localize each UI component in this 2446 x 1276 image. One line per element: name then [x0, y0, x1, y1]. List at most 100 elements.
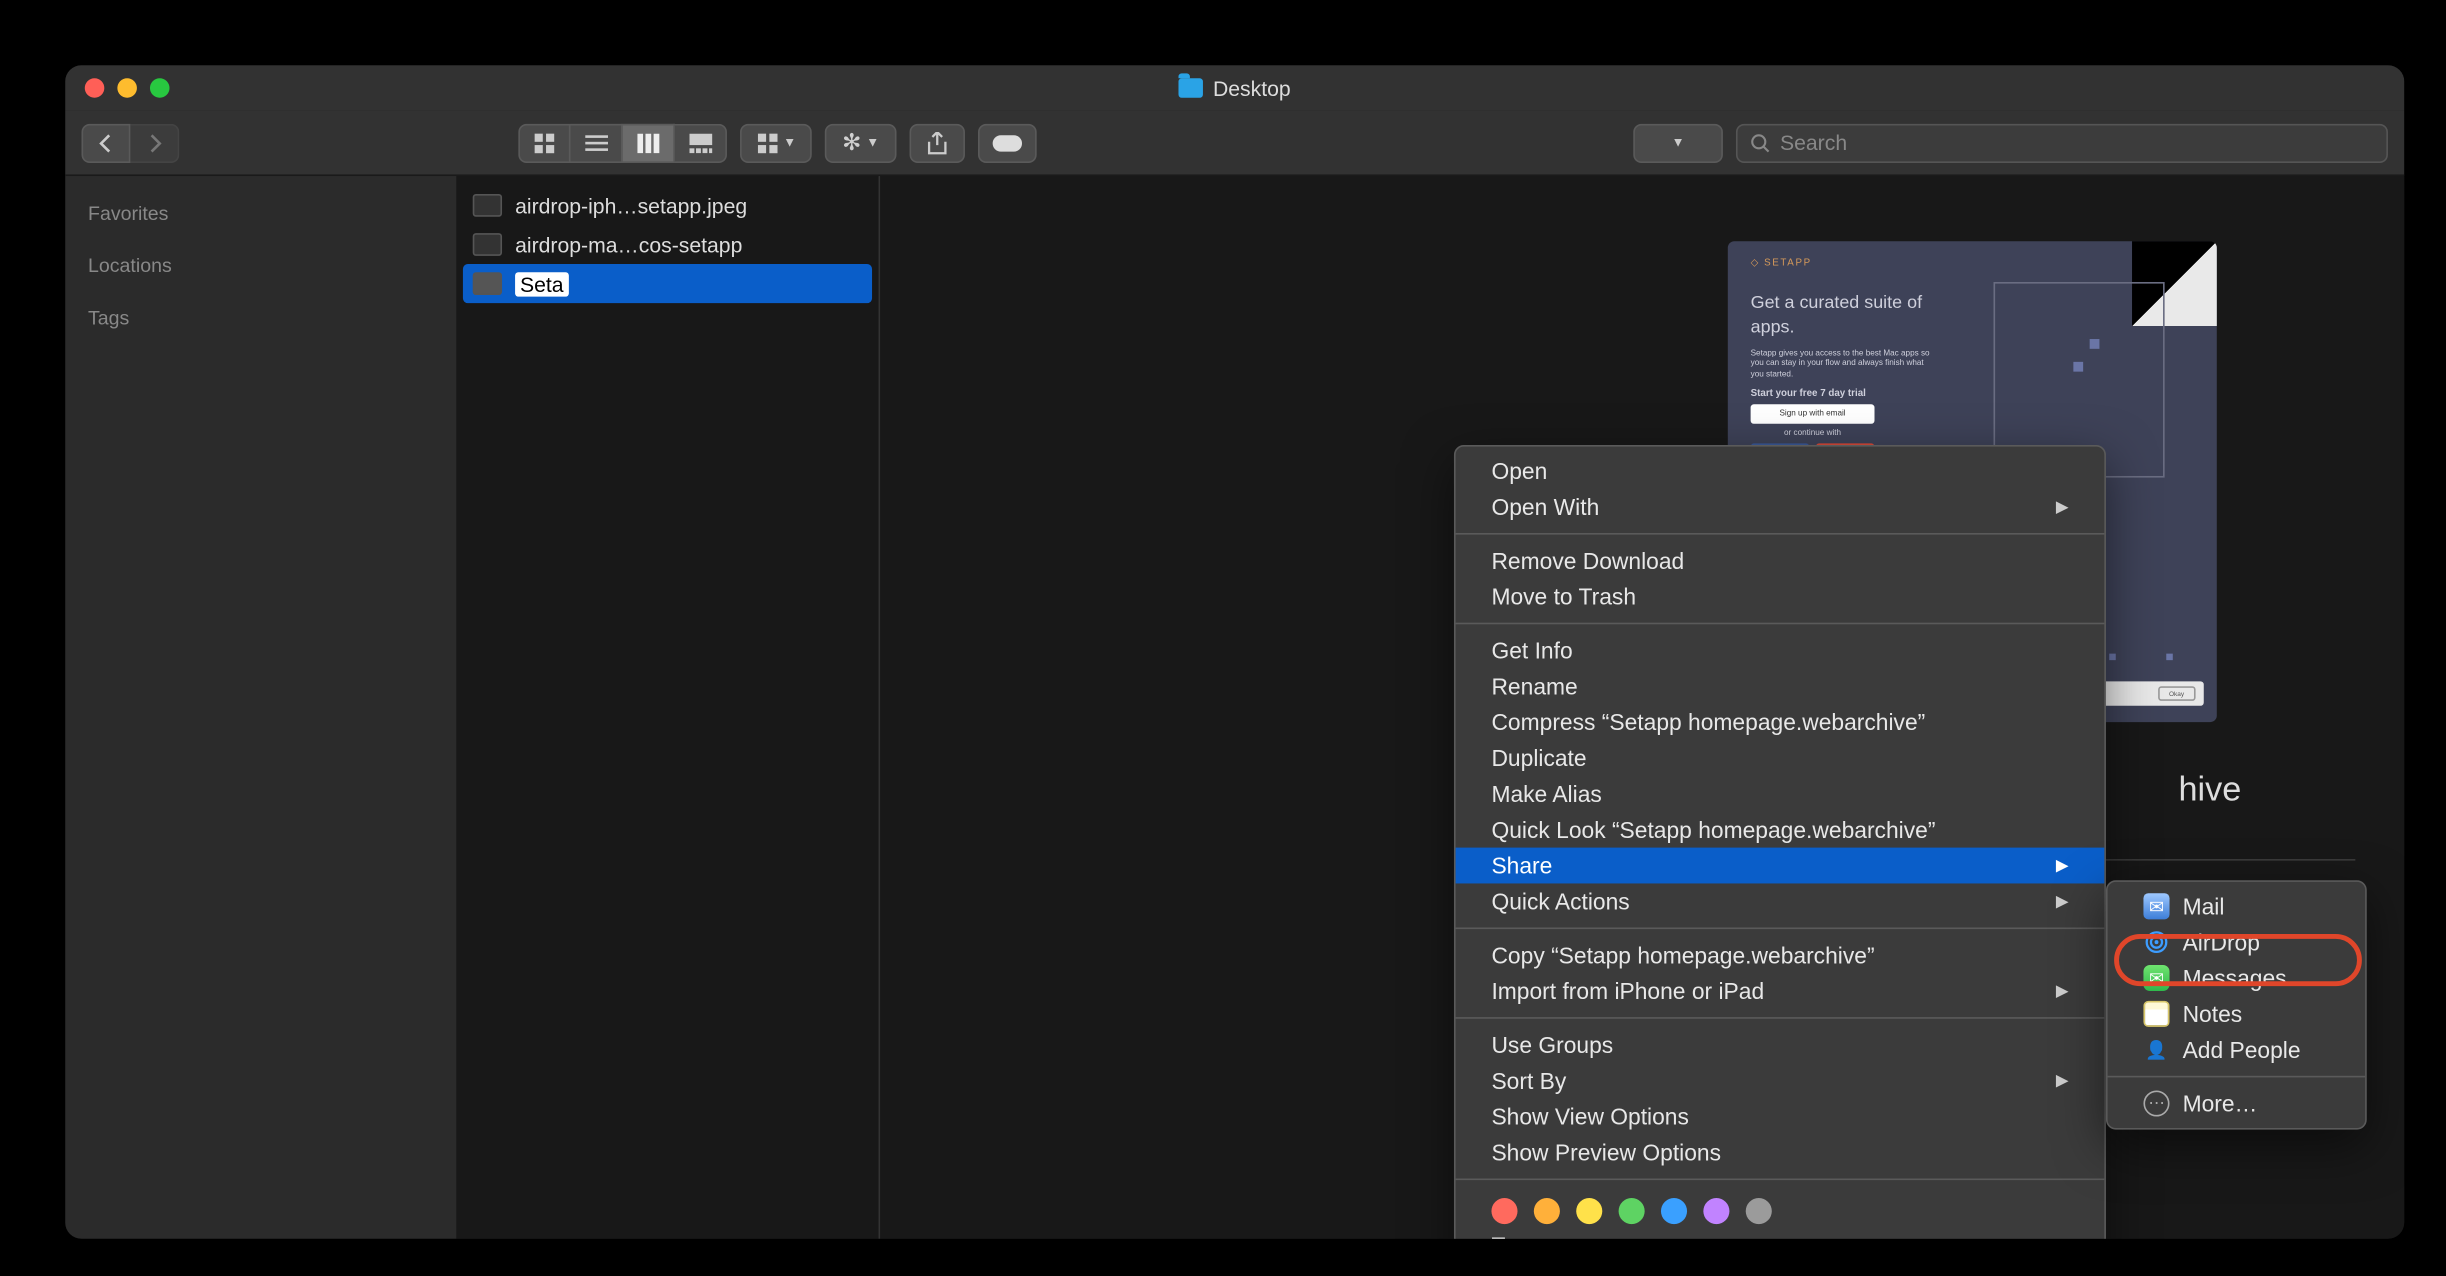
search-icon: [1751, 133, 1771, 153]
menu-open-with[interactable]: Open With▶: [1456, 489, 2105, 525]
file-name-editing[interactable]: Seta: [515, 271, 568, 295]
menu-sort-by[interactable]: Sort By▶: [1456, 1063, 2105, 1099]
file-column: airdrop-iph…setapp.jpeg airdrop-ma…cos-s…: [456, 176, 880, 1239]
airdrop-icon: [2143, 929, 2169, 955]
notes-icon: [2143, 1001, 2169, 1027]
window-body: Favorites Locations Tags airdrop-iph…set…: [65, 176, 2404, 1239]
folder-icon: [1179, 78, 1203, 98]
menu-rename[interactable]: Rename: [1456, 668, 2105, 704]
window-controls: [85, 78, 170, 98]
file-name: airdrop-iph…setapp.jpeg: [515, 193, 747, 217]
toolbar: ▼ ✻▼ ▼ Search: [65, 111, 2404, 176]
thumb-or: or continue with: [1751, 429, 1875, 439]
sidebar-section-favorites[interactable]: Favorites: [88, 202, 434, 225]
search-input[interactable]: Search: [1736, 123, 2388, 162]
back-button[interactable]: [82, 123, 131, 162]
mail-icon: ✉: [2143, 893, 2169, 919]
menu-separator: [1456, 623, 2105, 625]
view-mode-group: [518, 123, 727, 162]
sidebar-section-tags[interactable]: Tags: [88, 306, 434, 329]
menu-separator: [1456, 1017, 2105, 1019]
column-view-button[interactable]: [623, 123, 675, 162]
sidebar-section-locations[interactable]: Locations: [88, 254, 434, 277]
menu-quick-actions[interactable]: Quick Actions▶: [1456, 883, 2105, 919]
menu-share[interactable]: Share▶: [1456, 848, 2105, 884]
menu-separator: [1456, 927, 2105, 929]
menu-separator: [2108, 1076, 2366, 1078]
titlebar: Desktop: [65, 65, 2404, 111]
menu-show-view-options[interactable]: Show View Options: [1456, 1099, 2105, 1135]
tag-color-blue[interactable]: [1661, 1198, 1687, 1224]
thumb-sub: Setapp gives you access to the best Mac …: [1751, 348, 1930, 380]
search-placeholder: Search: [1780, 130, 1847, 154]
menu-tag-colors[interactable]: [1456, 1188, 2105, 1227]
menu-compress[interactable]: Compress “Setapp homepage.webarchive”: [1456, 704, 2105, 740]
menu-quick-look[interactable]: Quick Look “Setapp homepage.webarchive”: [1456, 812, 2105, 848]
menu-open[interactable]: Open: [1456, 453, 2105, 489]
nav-back-forward: [82, 123, 180, 162]
file-row[interactable]: airdrop-iph…setapp.jpeg: [456, 186, 878, 225]
add-people-icon: 👤: [2143, 1037, 2169, 1063]
chevron-right-icon: ▶: [2056, 498, 2069, 516]
chevron-right-icon: ▶: [2056, 982, 2069, 1000]
tag-pill-icon: [993, 134, 1022, 150]
minimize-window-button[interactable]: [117, 78, 137, 98]
share-icon: [927, 131, 947, 154]
menu-tags[interactable]: Tags…: [1456, 1227, 2105, 1238]
share-button[interactable]: [910, 123, 965, 162]
menu-remove-download[interactable]: Remove Download: [1456, 543, 2105, 579]
menu-import-from-device[interactable]: Import from iPhone or iPad▶: [1456, 973, 2105, 1009]
close-window-button[interactable]: [85, 78, 105, 98]
main-area: ◇ SETAPP Get a curated suite of apps. Se…: [880, 176, 2404, 1239]
forward-button[interactable]: [130, 123, 179, 162]
file-row[interactable]: airdrop-ma…cos-setapp: [456, 225, 878, 264]
arrange-button[interactable]: ▼: [740, 123, 812, 162]
file-thumb-icon: [473, 233, 502, 256]
tag-color-yellow[interactable]: [1576, 1198, 1602, 1224]
more-icon: ⋯: [2143, 1090, 2169, 1116]
share-messages[interactable]: ✉Messages: [2108, 960, 2366, 996]
file-thumb-icon: [473, 272, 502, 295]
thumb-logo: ◇ SETAPP: [1751, 258, 2194, 269]
tag-color-orange[interactable]: [1534, 1198, 1560, 1224]
finder-window: Desktop ▼ ✻▼ ▼ Search Favorites Location…: [65, 65, 2404, 1239]
file-name: airdrop-ma…cos-setapp: [515, 232, 742, 256]
tag-color-red[interactable]: [1491, 1198, 1517, 1224]
file-row-selected[interactable]: Seta: [463, 264, 872, 303]
icon-view-button[interactable]: [518, 123, 570, 162]
share-notes[interactable]: Notes: [2108, 996, 2366, 1032]
tags-button[interactable]: [978, 123, 1037, 162]
menu-duplicate[interactable]: Duplicate: [1456, 740, 2105, 776]
tag-color-green[interactable]: [1619, 1198, 1645, 1224]
menu-move-to-trash[interactable]: Move to Trash: [1456, 579, 2105, 615]
share-submenu: ✉Mail AirDrop ✉Messages Notes 👤Add Peopl…: [2106, 880, 2367, 1129]
thumb-headline: Get a curated suite of apps.: [1751, 292, 1947, 342]
messages-icon: ✉: [2143, 965, 2169, 991]
chevron-right-icon: ▶: [2056, 857, 2069, 875]
share-airdrop[interactable]: AirDrop: [2108, 924, 2366, 960]
tag-color-purple[interactable]: [1703, 1198, 1729, 1224]
sidebar: Favorites Locations Tags: [65, 176, 456, 1239]
menu-make-alias[interactable]: Make Alias: [1456, 776, 2105, 812]
action-button[interactable]: ✻▼: [825, 123, 897, 162]
chevron-right-icon: ▶: [2056, 1072, 2069, 1090]
tag-color-gray[interactable]: [1746, 1198, 1772, 1224]
zoom-window-button[interactable]: [150, 78, 170, 98]
context-menu: Open Open With▶ Remove Download Move to …: [1454, 445, 2106, 1239]
menu-copy[interactable]: Copy “Setapp homepage.webarchive”: [1456, 937, 2105, 973]
share-mail[interactable]: ✉Mail: [2108, 888, 2366, 924]
gear-icon: ✻: [842, 129, 861, 157]
menu-show-preview-options[interactable]: Show Preview Options: [1456, 1134, 2105, 1170]
thumb-signup: Sign up with email: [1751, 405, 1875, 425]
share-add-people[interactable]: 👤Add People: [2108, 1032, 2366, 1068]
window-title: Desktop: [65, 76, 2404, 100]
gallery-view-button[interactable]: [675, 123, 727, 162]
menu-use-groups[interactable]: Use Groups: [1456, 1027, 2105, 1063]
chevron-right-icon: ▶: [2056, 892, 2069, 910]
list-view-button[interactable]: [571, 123, 623, 162]
menu-separator: [1456, 1178, 2105, 1180]
file-thumb-icon: [473, 194, 502, 217]
path-dropdown[interactable]: ▼: [1633, 123, 1723, 162]
menu-get-info[interactable]: Get Info: [1456, 632, 2105, 668]
share-more[interactable]: ⋯More…: [2108, 1086, 2366, 1122]
